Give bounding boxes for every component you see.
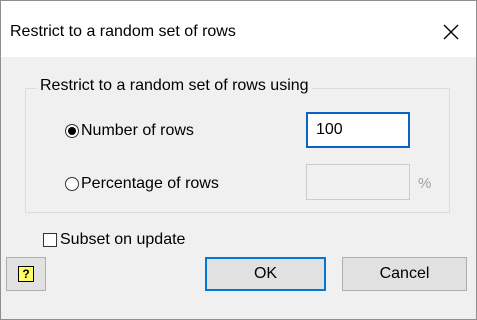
percentage-input[interactable] — [306, 164, 410, 200]
radio-number-of-rows-label: Number of rows — [81, 122, 194, 139]
percent-unit-label: % — [418, 175, 432, 192]
checkbox-box[interactable] — [43, 233, 57, 247]
subset-on-update-checkbox[interactable]: Subset on update — [43, 231, 185, 249]
radio-percentage-of-rows-label: Percentage of rows — [81, 175, 219, 192]
radio-number-of-rows[interactable]: Number of rows — [65, 122, 194, 140]
dialog-window: Restrict to a random set of rows Restric… — [0, 0, 477, 320]
subset-on-update-label: Subset on update — [60, 231, 186, 248]
number-of-rows-input[interactable]: 100 — [306, 112, 410, 148]
radio-unselected-icon[interactable] — [65, 177, 79, 191]
help-button[interactable]: ? — [6, 257, 46, 291]
number-of-rows-value: 100 — [316, 121, 343, 138]
close-button[interactable] — [431, 15, 471, 49]
help-icon: ? — [18, 266, 34, 282]
radio-selected-icon[interactable] — [65, 124, 79, 138]
cancel-button[interactable]: Cancel — [342, 257, 467, 291]
dialog-title: Restrict to a random set of rows — [10, 23, 236, 40]
groupbox-legend: Restrict to a random set of rows using — [37, 77, 312, 95]
title-bar: Restrict to a random set of rows — [1, 1, 476, 57]
close-icon — [443, 24, 459, 40]
ok-button-label: OK — [253, 265, 278, 282]
ok-button[interactable]: OK — [205, 257, 326, 291]
cancel-button-label: Cancel — [379, 265, 430, 282]
radio-percentage-of-rows[interactable]: Percentage of rows — [65, 175, 219, 193]
